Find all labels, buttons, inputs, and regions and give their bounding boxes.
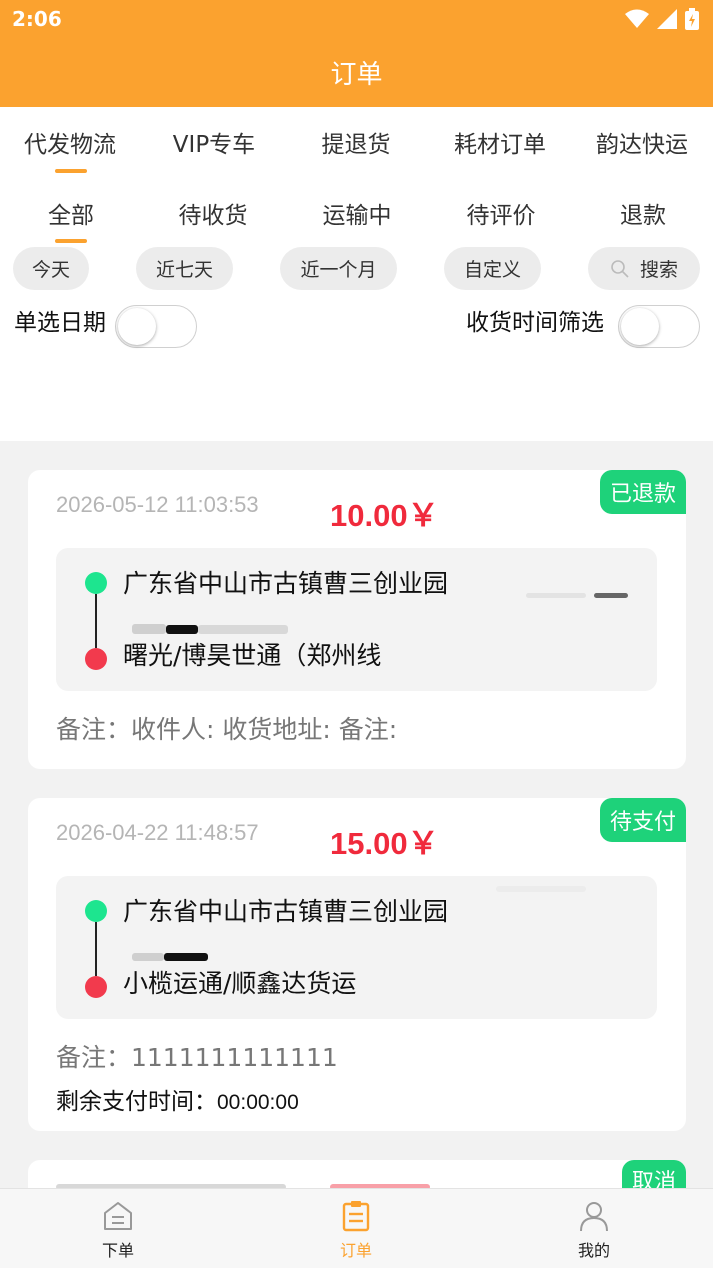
redacted-text	[132, 953, 164, 961]
search-icon	[611, 259, 629, 278]
status-icons	[625, 8, 699, 30]
payment-countdown-label: 剩余支付时间：	[56, 1089, 217, 1115]
order-card[interactable]: 已退款 2026-05-12 11:03:53 10.00￥ 广东省中山市古镇曹…	[28, 470, 686, 769]
filter-last-7-days[interactable]: 近七天	[136, 247, 233, 290]
origin-dot	[85, 572, 107, 594]
single-date-label: 单选日期	[14, 310, 106, 336]
order-time: 2026-05-12 11:03:53	[56, 492, 259, 517]
order-price: 10.00￥	[330, 498, 439, 533]
origin-address: 广东省中山市古镇曹三创业园	[123, 569, 449, 598]
destination-dot	[85, 976, 107, 998]
tab-refund[interactable]: 退款	[618, 196, 668, 230]
redacted-text	[198, 625, 288, 634]
order-price: 15.00￥	[330, 826, 439, 861]
single-date-toggle[interactable]	[115, 305, 197, 348]
route-box: 广东省中山市古镇曹三创业园 曙光/博昊世通（郑州线	[56, 548, 657, 691]
redacted-text	[594, 593, 628, 598]
destination-address: 小榄运通/顺鑫达货运	[123, 969, 357, 998]
order-card[interactable]: 待支付 2026-04-22 11:48:57 15.00￥ 广东省中山市古镇曹…	[28, 798, 686, 1131]
order-remark: 备注：1111111111111	[56, 1043, 338, 1072]
toggle-knob	[621, 308, 659, 345]
status-time: 2:06	[12, 7, 62, 31]
status-badge: 已退款	[599, 470, 686, 514]
redacted-text	[164, 953, 208, 961]
redacted-text	[132, 624, 166, 634]
order-time: 2026-04-22 11:48:57	[56, 820, 259, 845]
filter-last-month[interactable]: 近一个月	[280, 247, 397, 290]
tab-all[interactable]: 全部	[46, 196, 96, 230]
app-header: 2:06 订单	[0, 0, 713, 107]
tab-yunda-kuaiyun[interactable]: 韵达快运	[594, 125, 690, 159]
signal-icon	[657, 9, 677, 29]
home-icon	[104, 1202, 132, 1230]
origin-address: 广东省中山市古镇曹三创业园	[123, 897, 449, 926]
search-label: 搜索	[639, 259, 678, 281]
page-title: 订单	[330, 60, 383, 90]
profile-icon	[580, 1202, 608, 1232]
nav-label: 订单	[339, 1241, 372, 1260]
status-tabs: 全部 待收货 运输中 待评价 退款	[0, 196, 713, 246]
bottom-nav: 下单 订单 我的	[0, 1188, 713, 1268]
nav-label: 下单	[101, 1241, 134, 1260]
route-line	[95, 594, 97, 648]
payment-countdown: 剩余支付时间：00:00:00	[56, 1082, 299, 1116]
battery-icon	[685, 8, 699, 30]
toggle-knob	[118, 308, 156, 345]
receive-time-filter-label: 收货时间筛选	[466, 310, 604, 336]
tab-tituihuo[interactable]: 提退货	[320, 125, 392, 159]
nav-place-order[interactable]: 下单	[58, 1199, 178, 1261]
redacted-text	[526, 593, 586, 598]
route-line	[95, 922, 97, 976]
tab-pending-review[interactable]: 待评价	[464, 196, 538, 230]
order-list-icon	[342, 1201, 370, 1232]
redacted-text	[496, 886, 586, 892]
tab-active-indicator	[55, 169, 87, 173]
filter-today[interactable]: 今天	[13, 247, 89, 290]
tab-in-transit[interactable]: 运输中	[320, 196, 394, 230]
status-badge: 待支付	[599, 798, 686, 842]
search-button[interactable]: 搜索	[588, 247, 700, 290]
filter-custom[interactable]: 自定义	[444, 247, 541, 290]
payment-countdown-value: 00:00:00	[217, 1091, 299, 1114]
nav-label: 我的	[577, 1241, 610, 1260]
route-box: 广东省中山市古镇曹三创业园 小榄运通/顺鑫达货运	[56, 876, 657, 1019]
tab-vip-zhuanche[interactable]: VIP专车	[168, 125, 260, 159]
nav-profile[interactable]: 我的	[534, 1199, 654, 1261]
status-tab-active-indicator	[55, 239, 87, 243]
tab-haocai-dingdan[interactable]: 耗材订单	[452, 125, 548, 159]
destination-dot	[85, 648, 107, 670]
wifi-icon	[625, 9, 649, 28]
tab-pending-receipt[interactable]: 待收货	[176, 196, 250, 230]
tab-daifa-wuliu[interactable]: 代发物流	[22, 125, 118, 159]
redacted-text	[166, 625, 198, 634]
receive-time-filter-toggle[interactable]	[618, 305, 700, 348]
origin-dot	[85, 900, 107, 922]
destination-address: 曙光/博昊世通（郑州线	[123, 641, 382, 670]
category-tabs: 代发物流 VIP专车 提退货 耗材订单 韵达快运	[0, 125, 713, 175]
nav-orders[interactable]: 订单	[296, 1199, 416, 1261]
order-remark: 备注：收件人: 收货地址: 备注:	[56, 715, 398, 744]
